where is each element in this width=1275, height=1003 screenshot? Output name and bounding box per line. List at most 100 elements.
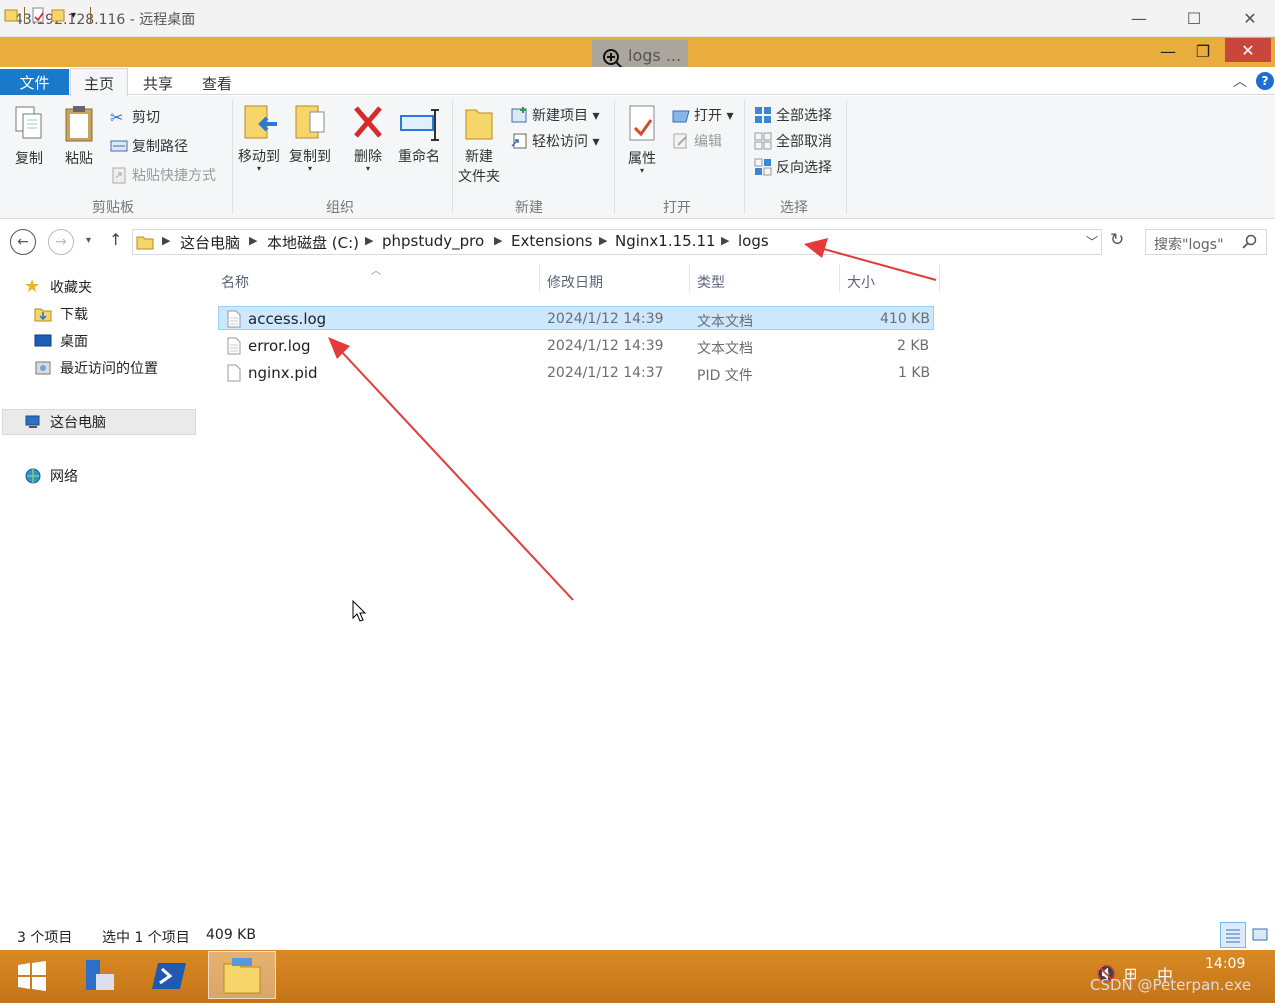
rdp-close-button[interactable]: ✕ <box>1236 4 1264 32</box>
new-folder-label-1: 新建 <box>465 149 493 165</box>
breadcrumb-separator-icon[interactable]: ▶ <box>494 234 502 247</box>
quick-access-toolbar: ▾ <box>4 5 92 25</box>
paste-button[interactable]: 粘贴 <box>63 104 95 168</box>
recent-locations-icon[interactable]: ▾ <box>86 235 91 246</box>
breadcrumb-separator-icon[interactable]: ▶ <box>249 234 257 247</box>
breadcrumb-separator-icon[interactable]: ▶ <box>721 234 729 247</box>
large-icons-view-button[interactable] <box>1250 925 1270 945</box>
file-modified: 2024/1/12 14:37 <box>547 365 664 381</box>
breadcrumb-phpstudy[interactable]: phpstudy_pro <box>382 232 484 250</box>
tab-home[interactable]: 主页 <box>84 73 114 94</box>
breadcrumb-extensions[interactable]: Extensions <box>511 232 592 250</box>
rdp-minimize-button[interactable]: — <box>1125 4 1153 32</box>
sort-ascending-icon: ︿ <box>371 266 381 277</box>
help-icon[interactable]: ? <box>1256 72 1274 90</box>
easy-access-button[interactable]: 轻松访问 ▾ <box>510 130 599 152</box>
move-to-label: 移动到 <box>238 149 280 165</box>
column-divider[interactable] <box>689 264 690 292</box>
nav-recent[interactable]: 最近访问的位置 <box>34 356 158 380</box>
nav-favorites[interactable]: ★ 收藏夹 <box>24 275 92 299</box>
properties-button[interactable]: 属性 ▾ <box>626 104 658 175</box>
breadcrumb-separator-icon[interactable]: ▶ <box>599 234 607 247</box>
new-group-label: 新建 <box>515 200 543 216</box>
new-item-button[interactable]: 新建项目 ▾ <box>510 104 599 126</box>
column-divider[interactable] <box>539 264 540 292</box>
delete-button[interactable]: 删除 ▾ <box>352 102 384 173</box>
breadcrumb-separator-icon[interactable]: ▶ <box>162 234 170 247</box>
edit-button[interactable]: 编辑 <box>672 130 722 152</box>
breadcrumb-logs[interactable]: logs <box>738 232 769 250</box>
copy-to-icon <box>295 105 325 139</box>
column-type[interactable]: 类型 <box>697 272 725 292</box>
file-modified: 2024/1/12 14:39 <box>547 338 664 354</box>
new-folder-button[interactable]: 新建 文件夹 <box>458 102 500 186</box>
select-group-label: 选择 <box>780 200 808 216</box>
tab-share[interactable]: 共享 <box>143 73 173 94</box>
tab-file[interactable]: 文件 <box>0 69 69 95</box>
nav-desktop[interactable]: 桌面 <box>34 329 88 353</box>
move-to-button[interactable]: 移动到 ▾ <box>238 102 280 173</box>
collapse-ribbon-icon[interactable]: ︿ <box>1233 71 1247 91</box>
nav-this-pc-label: 这台电脑 <box>50 415 106 431</box>
clock[interactable]: 14:09 <box>1205 956 1245 972</box>
taskbar-server-manager[interactable] <box>66 951 130 1001</box>
breadcrumb-this-pc[interactable]: 这台电脑 <box>180 232 240 253</box>
breadcrumb-local-disk[interactable]: 本地磁盘 (C:) <box>267 232 359 253</box>
folder-icon <box>136 236 154 250</box>
select-none-button[interactable]: 全部取消 <box>754 130 832 152</box>
column-divider[interactable] <box>839 264 840 292</box>
search-icon[interactable] <box>1241 234 1257 250</box>
file-size: 2 KB <box>897 338 930 354</box>
annotation-arrow-line <box>339 349 574 601</box>
up-button[interactable]: ↑ <box>109 230 122 249</box>
folder-icon[interactable] <box>4 7 18 23</box>
maximize-button[interactable]: ❐ <box>1188 39 1218 63</box>
file-name: access.log <box>248 310 327 328</box>
nav-downloads[interactable]: 下载 <box>34 302 88 326</box>
minimize-button[interactable]: — <box>1153 39 1183 63</box>
qat-dropdown-icon[interactable]: ▾ <box>71 10 76 21</box>
mouse-cursor-icon <box>352 600 366 622</box>
select-all-button[interactable]: 全部选择 <box>754 104 832 126</box>
address-dropdown-icon[interactable]: ﹀ <box>1086 233 1098 250</box>
forward-button[interactable]: → <box>48 229 74 255</box>
watermark: CSDN @Peterpan.exe <box>1090 976 1252 994</box>
delete-label: 删除 <box>354 149 382 165</box>
open-button[interactable]: 打开 ▾ <box>672 104 733 126</box>
edit-icon <box>673 133 687 149</box>
downloads-folder-icon <box>34 308 52 322</box>
taskbar-powershell[interactable] <box>138 951 202 1001</box>
file-modified: 2024/1/12 14:39 <box>547 311 664 327</box>
details-view-button[interactable] <box>1220 922 1246 948</box>
file-size: 410 KB <box>880 311 930 327</box>
cut-button[interactable]: ✂ 剪切 <box>110 106 160 128</box>
breadcrumb-nginx[interactable]: Nginx1.15.11 <box>615 232 716 250</box>
new-folder-icon[interactable] <box>51 7 65 23</box>
start-button[interactable] <box>0 951 64 1001</box>
back-button[interactable]: ← <box>10 229 36 255</box>
ribbon-divider <box>232 100 233 214</box>
tab-view[interactable]: 查看 <box>202 73 232 94</box>
ribbon-divider <box>614 100 615 214</box>
copy-path-button[interactable]: 复制路径 <box>110 135 188 157</box>
nav-this-pc[interactable]: 这台电脑 <box>24 410 106 434</box>
file-type: 文本文档 <box>697 314 753 330</box>
properties-label: 属性 <box>628 151 656 167</box>
rdp-maximize-button[interactable]: ☐ <box>1180 4 1208 32</box>
refresh-icon[interactable]: ↻ <box>1110 230 1124 250</box>
copy-button[interactable]: 复制 <box>13 104 45 168</box>
copy-to-button[interactable]: 复制到 ▾ <box>289 102 331 173</box>
properties-icon[interactable] <box>31 7 45 23</box>
paste-shortcut-button[interactable]: 粘贴快捷方式 <box>110 164 216 186</box>
column-modified[interactable]: 修改日期 <box>547 272 603 292</box>
file-explorer-icon <box>223 958 261 994</box>
rename-button[interactable]: 重命名 <box>397 102 441 166</box>
column-name[interactable]: 名称 <box>221 272 249 292</box>
breadcrumb-separator-icon[interactable]: ▶ <box>365 234 373 247</box>
column-divider[interactable] <box>939 264 940 292</box>
new-item-label: 新建项目 ▾ <box>532 108 600 124</box>
invert-selection-button[interactable]: 反向选择 <box>754 156 832 178</box>
nav-network[interactable]: 网络 <box>24 464 78 488</box>
column-size[interactable]: 大小 <box>847 272 875 292</box>
close-button[interactable]: ✕ <box>1225 38 1271 62</box>
